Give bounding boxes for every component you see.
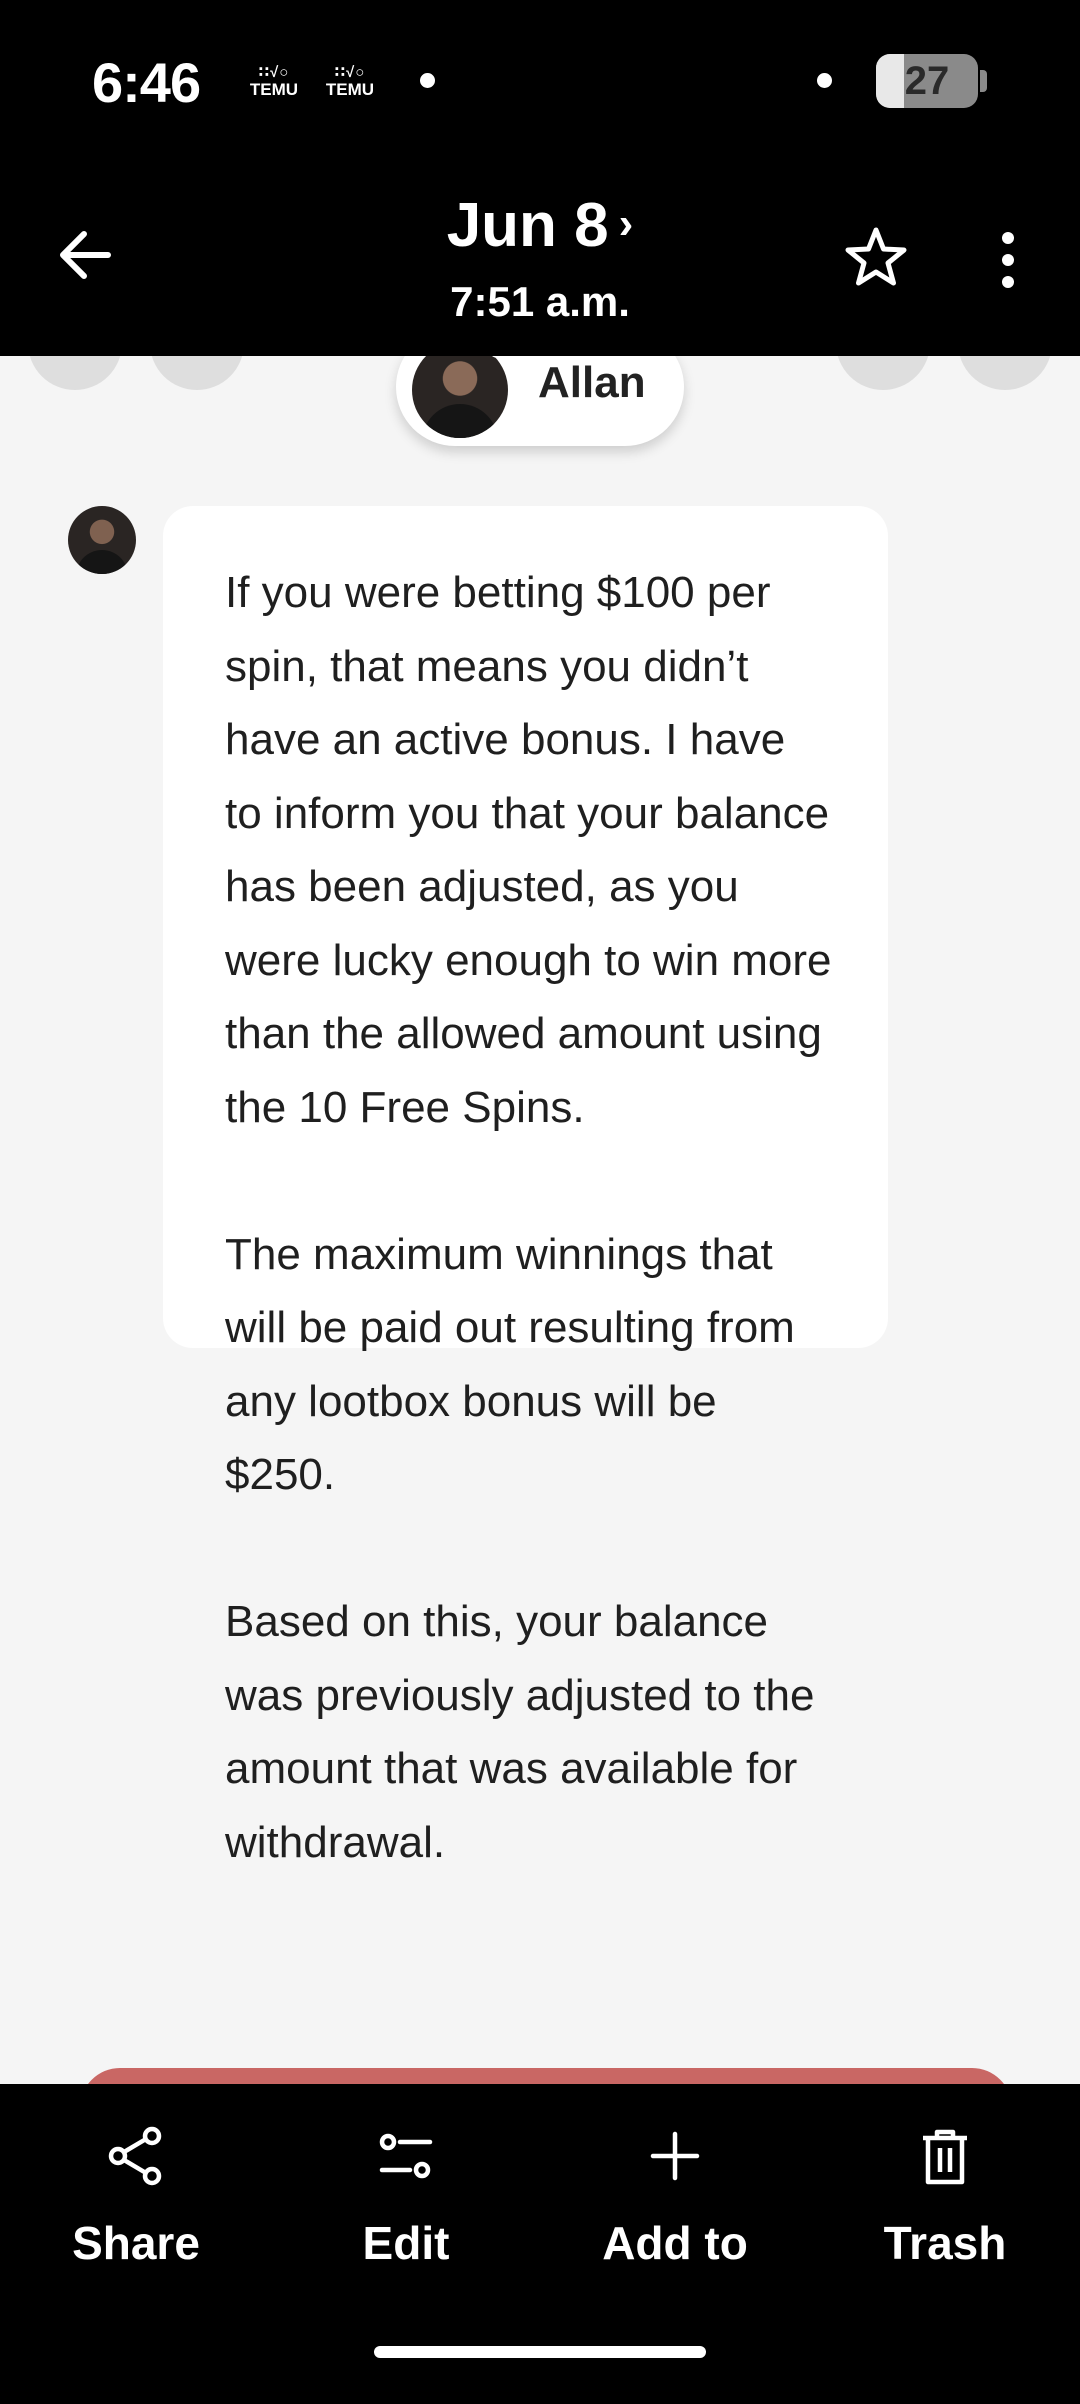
next-item-peek[interactable] [80, 2068, 1012, 2084]
message-paragraph: If you were betting $100 per spin, that … [225, 568, 832, 1132]
header-date: Jun 8 [446, 191, 609, 260]
home-indicator[interactable] [374, 2346, 706, 2358]
hidden-toolbar-button [150, 356, 244, 390]
message-paragraph: Based on this, your balance was previous… [225, 1597, 815, 1867]
avatar [412, 356, 508, 438]
trash-button[interactable]: Trash [835, 2124, 1055, 2324]
hidden-toolbar-button [836, 356, 930, 390]
add-to-label: Add to [602, 2217, 748, 2269]
trash-label: Trash [883, 2217, 1007, 2269]
edit-button[interactable]: Edit [296, 2124, 516, 2324]
battery-level: 27 [904, 59, 950, 103]
temu-notification-icon: ∷√○ TEMU [325, 64, 375, 99]
status-time: 6:46 [92, 51, 201, 114]
status-dot-icon [817, 73, 832, 88]
message-bubble[interactable]: If you were betting $100 per spin, that … [163, 506, 888, 1867]
share-icon [108, 2126, 162, 2186]
screen: 6:46 ∷√○ TEMU ∷√○ TEMU 27 Jun 8 › 7:51 a.… [0, 0, 1080, 2404]
star-icon [845, 227, 907, 286]
message-paragraph: The maximum winnings that will be paid o… [225, 1229, 795, 1500]
battery-tip [980, 70, 987, 92]
hidden-toolbar-button [28, 356, 122, 390]
plus-icon [650, 2131, 700, 2181]
share-label: Share [72, 2217, 200, 2269]
message-avatar[interactable] [68, 506, 136, 574]
sender-name: Allan [538, 358, 646, 407]
sliders-icon [379, 2133, 433, 2179]
sender-chip[interactable]: Allan [396, 356, 684, 446]
hidden-toolbar-button [958, 356, 1052, 390]
favorite-button[interactable] [840, 222, 912, 294]
bottom-action-bar: Share Edit Add to Trash [0, 2084, 1080, 2404]
chevron-right-icon: › [618, 199, 634, 248]
add-to-button[interactable]: Add to [565, 2124, 785, 2324]
conversation-area[interactable]: Allan If you were betting $100 per spin,… [0, 356, 1080, 2084]
temu-notification-icon: ∷√○ TEMU [249, 64, 299, 99]
edit-label: Edit [362, 2217, 450, 2269]
header: Jun 8 › 7:51 a.m. [0, 150, 1080, 356]
status-bar: 6:46 ∷√○ TEMU ∷√○ TEMU 27 [0, 0, 1080, 150]
more-vertical-icon [1002, 232, 1014, 288]
share-button[interactable]: Share [26, 2124, 246, 2324]
battery-icon: 27 [876, 54, 978, 108]
date-button[interactable]: Jun 8 › [0, 190, 1080, 261]
trash-icon [923, 2129, 967, 2185]
notification-dot-icon [420, 73, 435, 88]
header-time: 7:51 a.m. [450, 278, 630, 325]
more-options-button[interactable] [990, 230, 1026, 290]
